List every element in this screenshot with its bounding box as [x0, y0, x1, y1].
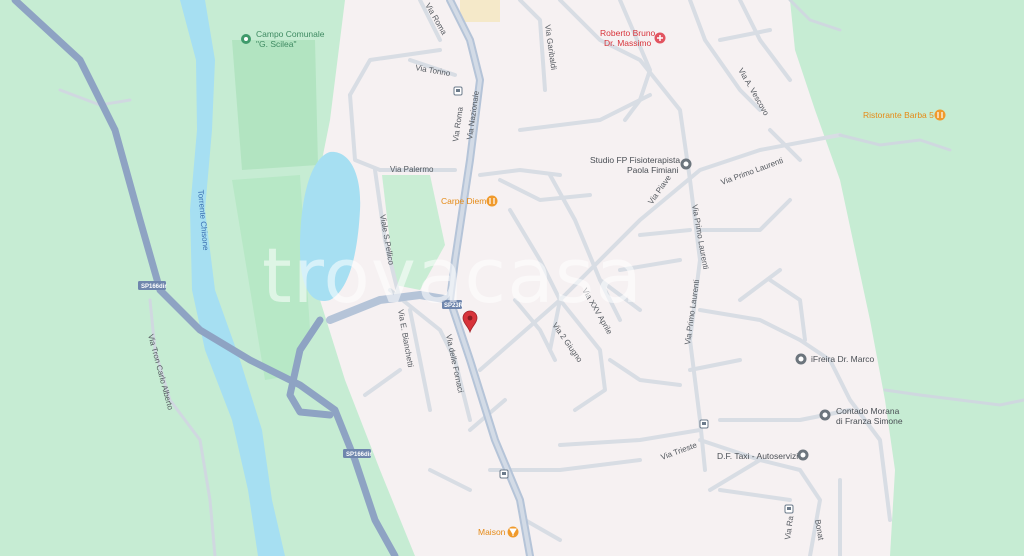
- svg-text:iFreira Dr. Marco: iFreira Dr. Marco: [811, 354, 875, 364]
- sports-field: [232, 40, 318, 170]
- poi-maison[interactable]: Maison: [478, 526, 519, 538]
- bus-stop-icon[interactable]: [499, 469, 509, 479]
- svg-text:Maison: Maison: [478, 527, 506, 537]
- svg-text:Ristorante Barba 5: Ristorante Barba 5: [863, 110, 934, 120]
- svg-text:SP166dir: SP166dir: [141, 284, 167, 290]
- poi-carpe-diem[interactable]: Carpe Diem: [441, 195, 498, 207]
- map-svg[interactable]: Via Roma Via Nazionale Via Torino Via Pa…: [0, 0, 1024, 556]
- svg-text:Roberto Bruno: Roberto Bruno: [600, 28, 656, 38]
- svg-text:Paola Fimiani: Paola Fimiani: [627, 165, 679, 175]
- svg-text:D.F. Taxi - Autoservizi: D.F. Taxi - Autoservizi: [717, 451, 798, 461]
- route-shield-sp166-2: SP166dir: [343, 449, 372, 458]
- map-canvas[interactable]: Via Roma Via Nazionale Via Torino Via Pa…: [0, 0, 1024, 556]
- svg-text:SP166dir: SP166dir: [346, 452, 372, 458]
- route-shield-sp166-1: SP166dir: [138, 281, 167, 290]
- svg-text:Dr. Massimo: Dr. Massimo: [604, 38, 652, 48]
- svg-text:Studio FP Fisioterapista: Studio FP Fisioterapista: [590, 155, 680, 165]
- svg-text:Carpe Diem: Carpe Diem: [441, 196, 486, 206]
- watermark-text: trovacasa: [262, 231, 643, 320]
- bus-stop-icon[interactable]: [699, 419, 709, 429]
- svg-text:Campo Comunale: Campo Comunale: [256, 29, 325, 39]
- bus-stop-icon[interactable]: [453, 86, 463, 96]
- svg-text:"G. Scilea": "G. Scilea": [256, 39, 297, 49]
- restaurant-pin-icon: [934, 109, 946, 121]
- restaurant-pin-icon: [486, 195, 498, 207]
- svg-text:Contado Morana: Contado Morana: [836, 406, 900, 416]
- building-block: [460, 0, 500, 22]
- poi-ristorante-barba[interactable]: Ristorante Barba 5: [863, 109, 946, 121]
- bus-stop-icon[interactable]: [784, 504, 794, 514]
- svg-text:di Franza Simone: di Franza Simone: [836, 416, 903, 426]
- poi-df-taxi[interactable]: D.F. Taxi - Autoservizi: [717, 449, 809, 462]
- road-label-via-palermo: Via Palermo: [390, 165, 434, 174]
